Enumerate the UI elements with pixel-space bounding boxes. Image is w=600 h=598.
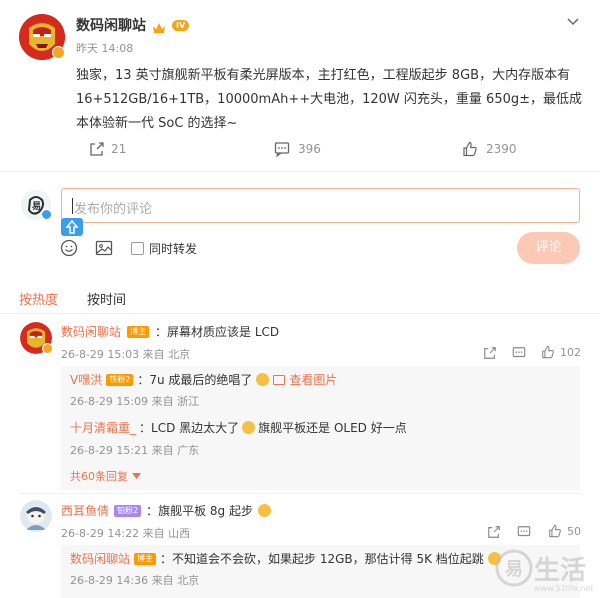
- reply-author[interactable]: 十月清霜重_: [70, 419, 136, 436]
- reply-text: ：LCD 黑边太大了: [139, 421, 240, 435]
- comment-input-placeholder: 发布你的评论: [74, 202, 153, 217]
- submit-comment-button[interactable]: 评论: [517, 232, 580, 264]
- divider: [0, 171, 600, 172]
- reply-text: ：不知道会不会砍，如果起步 12GB，那估计得 5K 档位起跳: [160, 552, 484, 566]
- reply-meta: 26-8-29 15:09 来自 浙江: [70, 395, 200, 408]
- comment-body: 屏幕材质应该是 LCD: [167, 325, 280, 339]
- view-picture-link[interactable]: 查看图片: [289, 371, 337, 388]
- comment-reply-icon[interactable]: [517, 524, 531, 543]
- also-repost-label: 同时转发: [149, 242, 198, 256]
- reply-meta: 26-8-29 15:21 来自 广东: [70, 444, 200, 457]
- picture-link-icon: [273, 374, 286, 385]
- crown-icon: [152, 19, 166, 33]
- post-text: 独家，13 英寸旗舰新平板有柔光屏版本，主打红色，工程版起步 8GB，大内存版本…: [76, 68, 583, 131]
- emoji-button[interactable]: [60, 239, 78, 261]
- reply-author[interactable]: 数码闲聊站: [70, 550, 130, 567]
- svg-text:易: 易: [505, 559, 523, 580]
- comment-icon: [274, 141, 290, 157]
- verified-badge-icon: [42, 343, 53, 354]
- blogger-badge: 博主: [127, 325, 150, 338]
- thumbs-up-icon: [462, 141, 478, 157]
- post-author-name[interactable]: 数码闲聊站: [76, 15, 146, 35]
- tabs-divider: [0, 313, 600, 314]
- comment-like-count: 50: [567, 524, 581, 538]
- reply-text: ：7u 成最后的绝唱了: [137, 373, 253, 387]
- watermark-url: www.52life.net: [534, 584, 594, 593]
- comment-author[interactable]: 西耳鱼倩: [61, 502, 109, 519]
- comment-repost-icon[interactable]: [483, 345, 497, 364]
- repost-count: 21: [111, 142, 127, 156]
- repost-button[interactable]: 21: [89, 141, 126, 157]
- thumbs-up-icon: [549, 524, 561, 538]
- comment-avatar[interactable]: [20, 500, 52, 532]
- more-replies-label: 共60条回复: [70, 470, 128, 483]
- comment-like-button[interactable]: 102: [541, 345, 581, 359]
- post-time[interactable]: 昨天 14:08: [76, 40, 133, 56]
- share-icon: [89, 141, 105, 157]
- more-replies-link[interactable]: 共60条回复: [70, 468, 141, 484]
- thumbs-up-icon: [542, 345, 554, 359]
- upload-arrow-icon[interactable]: [61, 218, 83, 236]
- smiley-icon: [60, 239, 78, 257]
- reply-meta: 26-8-29 14:36 来自 北京: [70, 574, 200, 587]
- comment-count: 396: [298, 142, 321, 156]
- watermark: 易 生活 www.52life.net: [494, 544, 598, 596]
- comment-reply-icon[interactable]: [512, 345, 526, 364]
- comment-input[interactable]: 发布你的评论: [61, 188, 580, 223]
- watermark-brand: 生活: [534, 556, 587, 586]
- reply-author[interactable]: V嘿洪: [70, 371, 102, 388]
- tab-sort-time[interactable]: 按时间: [87, 289, 126, 308]
- watermark-logo-icon: 易: [495, 549, 533, 587]
- fan-badge: 铁粉2: [106, 373, 134, 386]
- verified-badge-icon: [52, 46, 65, 59]
- laughing-emoji-icon: [242, 421, 256, 434]
- image-button[interactable]: [95, 239, 113, 261]
- comment-text: ：屏幕材质应该是 LCD: [155, 325, 280, 339]
- input-cursor: [72, 198, 73, 214]
- comment-like-count: 102: [560, 345, 581, 359]
- blogger-badge: 博主: [134, 552, 157, 565]
- level-badge: IV: [172, 19, 190, 31]
- like-count: 2390: [486, 142, 517, 156]
- my-verified-icon: [41, 209, 52, 220]
- more-chevron-icon[interactable]: [566, 12, 580, 26]
- comment-author[interactable]: 数码闲聊站: [61, 323, 121, 340]
- like-button[interactable]: 2390: [462, 141, 517, 157]
- reply-text-continued: 旗舰平板还是 OLED 好一点: [258, 421, 407, 435]
- tab-sort-hot[interactable]: 按热度: [19, 289, 58, 308]
- comment-button[interactable]: 396: [274, 141, 321, 157]
- image-icon: [95, 240, 113, 256]
- comment-meta: 26-8-29 14:22 来自 山西: [61, 527, 191, 540]
- laughing-emoji-icon: [256, 373, 270, 386]
- comment-body: ：旗舰平板 8g 起步: [146, 504, 253, 518]
- comment-repost-icon[interactable]: [487, 524, 501, 543]
- caret-down-icon: [132, 473, 141, 479]
- fan-badge: 铂粉2: [114, 504, 142, 517]
- comment-like-button[interactable]: 50: [548, 524, 581, 538]
- divider: [20, 493, 580, 494]
- laughing-emoji-icon: [258, 504, 271, 517]
- comment-meta: 26-8-29 15:03 来自 北京: [61, 348, 191, 361]
- repost-checkbox[interactable]: [131, 242, 144, 255]
- svg-text:易: 易: [32, 201, 41, 212]
